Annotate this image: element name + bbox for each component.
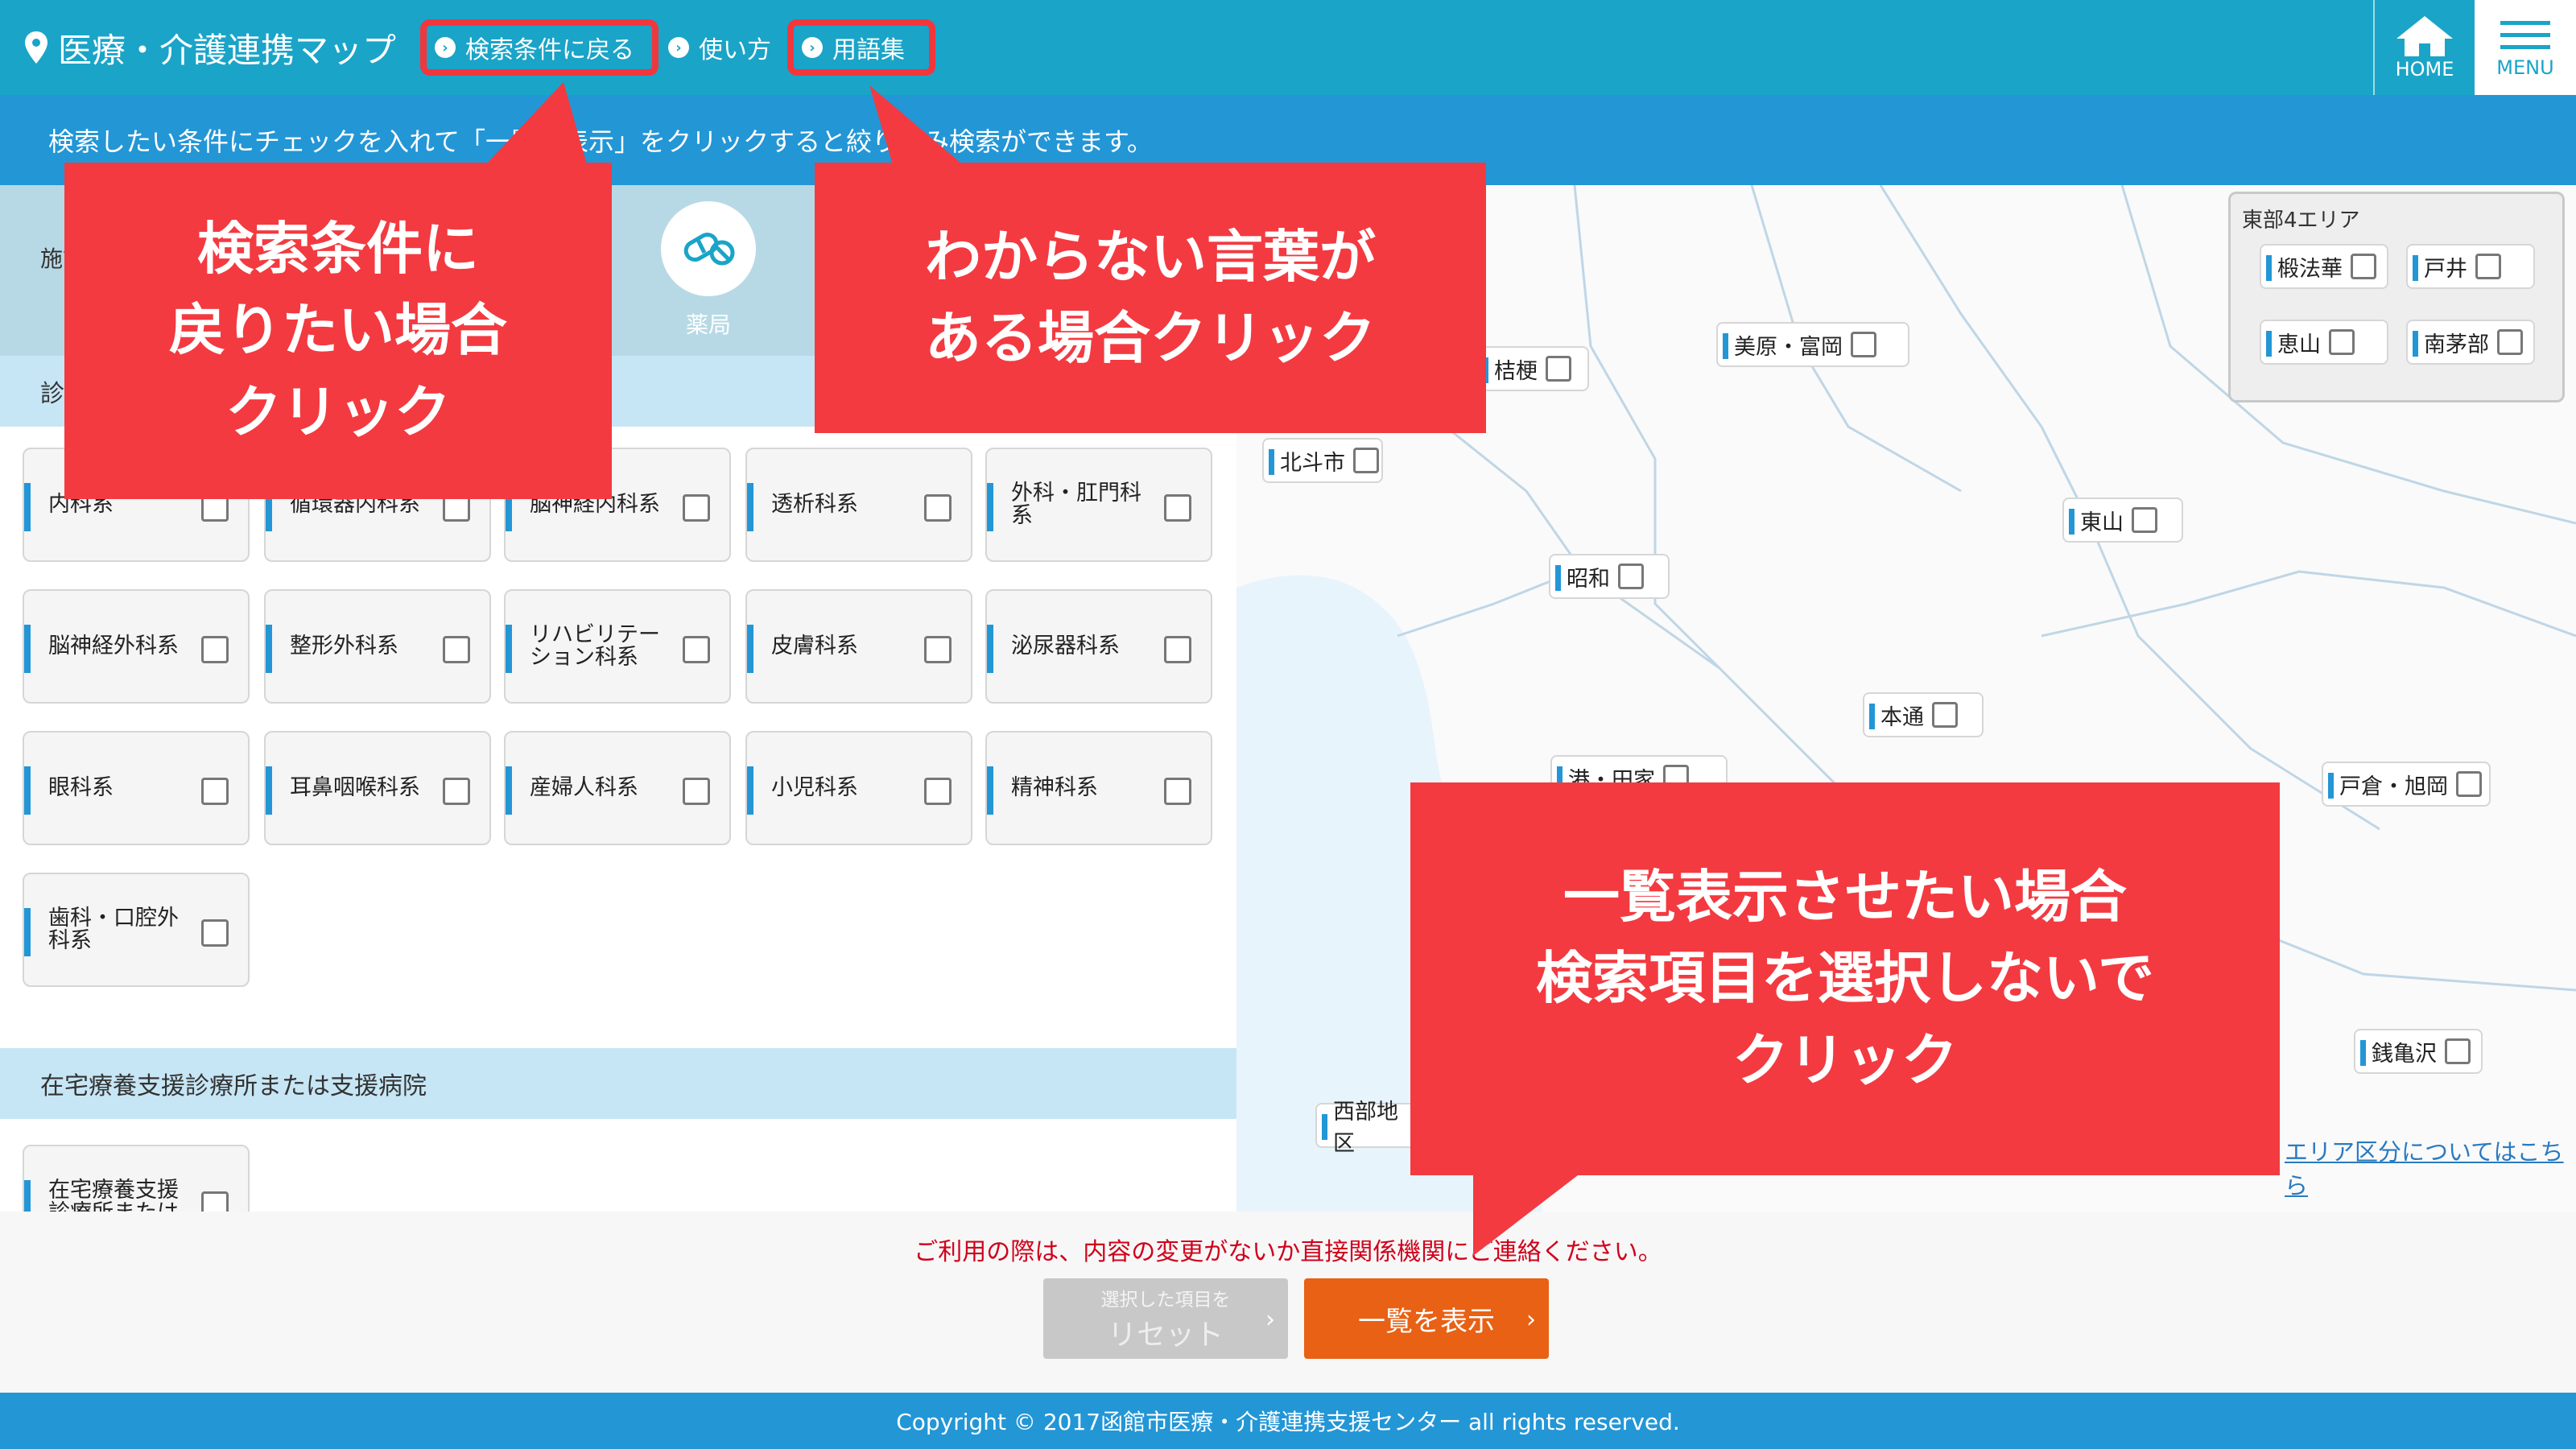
callout-line: 戻りたい場合 [169,297,507,364]
callout-line: 一覧表示させたい場合 [1563,863,2127,930]
callout-glossary: わからない言葉が ある場合クリック [815,163,1486,433]
callout-line: わからない言葉が [925,223,1376,290]
callout-line: ある場合クリック [925,305,1376,371]
callout-line: 検索項目を選択しないで [1536,945,2154,1012]
callout-line: クリック [1732,1026,1958,1093]
callout-show-list: 一覧表示させたい場合 検索項目を選択しないで クリック [1410,782,2280,1175]
callout-line: クリック [225,378,451,445]
callout-line: 検索条件に [197,215,479,282]
callout-back-to-search: 検索条件に 戻りたい場合 クリック [64,163,612,499]
